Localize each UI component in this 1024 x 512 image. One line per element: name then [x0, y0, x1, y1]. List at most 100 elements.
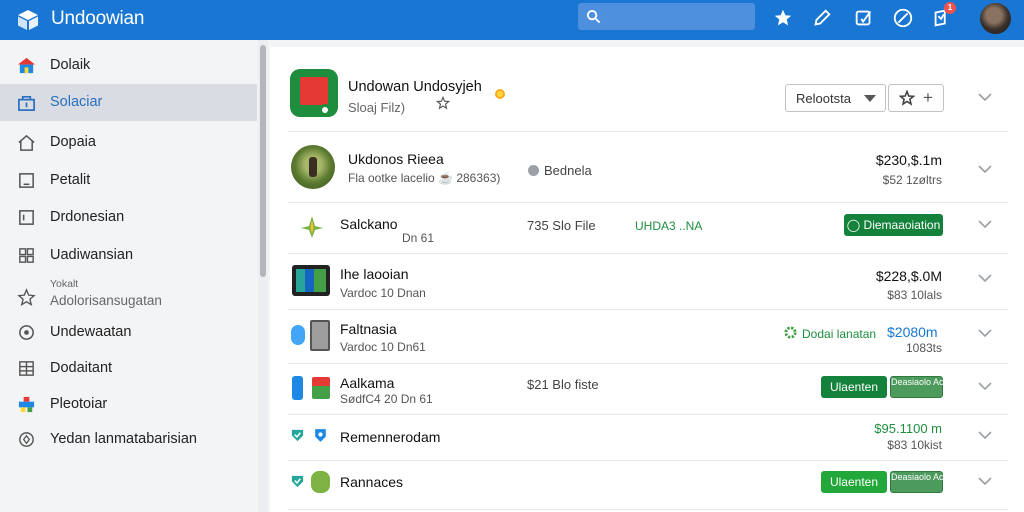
- row-name: Faltnasia: [340, 321, 397, 337]
- tablet-app-icon: [292, 265, 330, 296]
- status-button[interactable]: ◯ Diemaaoiation: [844, 214, 943, 236]
- app-title: Undoowian: [51, 8, 145, 29]
- green-app-icon: [311, 471, 330, 493]
- blue-app-icon: [292, 376, 303, 400]
- chevron-down-icon[interactable]: [978, 93, 992, 102]
- row-price: $230,$.1m: [875, 152, 942, 168]
- row-divider: [288, 460, 1008, 461]
- pencil-icon[interactable]: [811, 7, 833, 29]
- sidebar-item-yedan[interactable]: Yedan lanmatabarisian: [0, 421, 257, 458]
- sidebar-item-solaciar[interactable]: Solaciar: [0, 84, 257, 121]
- caret-down-icon: [864, 95, 876, 102]
- sidebar-item-adolorisansugatan[interactable]: Yokalt Adolorisansugatan: [0, 276, 257, 313]
- plus-icon: +: [923, 88, 933, 107]
- search-input[interactable]: [578, 3, 755, 30]
- chevron-down-icon[interactable]: [978, 329, 992, 338]
- row-subtitle: Vardoc 10 Dnan: [340, 286, 426, 300]
- leaf-icon: [301, 216, 323, 238]
- star-icon: [899, 90, 915, 106]
- filter-select-label: Relootsta: [796, 91, 851, 106]
- row-price-sub: 1083ts: [905, 341, 942, 355]
- gear-icon: [784, 326, 797, 339]
- secondary-status-button[interactable]: Deasiaolo Acetecer: [890, 471, 969, 493]
- row-price-sub: $83 10kist: [887, 438, 942, 452]
- edit-square-icon[interactable]: [853, 7, 875, 29]
- row-name: Ukdonos Rieea: [348, 151, 444, 167]
- chevron-down-icon[interactable]: [978, 220, 992, 229]
- chevron-down-icon[interactable]: [978, 382, 992, 391]
- store-icon: [18, 95, 35, 111]
- row-divider: [288, 414, 1008, 415]
- status-dot-icon: [528, 165, 539, 176]
- row-status: Dodai lanatan: [802, 327, 877, 341]
- sidebar-item-petalit[interactable]: Petalit: [0, 162, 257, 199]
- status-button[interactable]: Ulaenten: [821, 471, 887, 493]
- drop-icon: [291, 325, 305, 345]
- chevron-down-icon[interactable]: [978, 274, 992, 283]
- check-circle-icon: ◯: [846, 218, 861, 232]
- row-divider: [288, 131, 1008, 132]
- sidebar-item-caption: Yokalt: [50, 278, 79, 290]
- sidebar-item-label: Undewaatan: [50, 324, 132, 340]
- app-book-icon: [290, 69, 338, 117]
- sidebar-item-label: Dolaik: [50, 57, 91, 73]
- home-icon: [18, 134, 35, 151]
- row-price: $2080m: [887, 324, 938, 340]
- row-price-sub: $83 10lals: [887, 288, 942, 302]
- row-name: Salckano: [340, 216, 398, 232]
- row-name: Ihe laooian: [340, 266, 409, 282]
- sidebar-scrollbar-thumb[interactable]: [260, 45, 266, 277]
- status-button-label: Diemaaoiation: [863, 218, 941, 232]
- sidebar-item-label: Dodaitant: [50, 360, 113, 376]
- shield-check-icon: [291, 429, 304, 442]
- row-subtitle: SødfC4 20 Dn 61: [340, 392, 433, 406]
- sidebar-item-drdonesian[interactable]: Drdonesian: [0, 199, 257, 236]
- sidebar-item-label: Dopaia: [50, 134, 96, 150]
- app-thumbnail: [291, 145, 335, 189]
- shield-icon: [315, 429, 326, 442]
- phone-icon: [310, 320, 330, 351]
- sidebar-item-dopaia[interactable]: Dopaia: [0, 124, 257, 161]
- cube-logo-icon[interactable]: [16, 8, 40, 32]
- sidebar-item-dodaitant[interactable]: Dodaitant: [0, 350, 257, 387]
- row-name: Rannaces: [340, 474, 404, 490]
- filter-select[interactable]: Relootsta: [785, 84, 886, 112]
- sidebar-item-dolaik[interactable]: Dolaik: [0, 47, 257, 84]
- row-name: Aalkama: [340, 375, 395, 391]
- compass-icon[interactable]: [892, 7, 914, 29]
- row-price: $95.1100 m: [874, 421, 942, 436]
- colored-app-icon: [18, 396, 35, 413]
- grid-icon: [19, 248, 34, 263]
- star-icon[interactable]: [772, 7, 794, 29]
- row-divider: [288, 202, 1008, 203]
- chevron-down-icon[interactable]: [978, 165, 992, 174]
- secondary-status-button[interactable]: Deasiaolo Acetecer: [890, 376, 969, 398]
- notification-badge: 1: [944, 2, 956, 14]
- sidebar-item-uadiwansian[interactable]: Uadiwansian: [0, 237, 257, 274]
- diamond-icon: [19, 432, 34, 447]
- sidebar-item-pleotoiar[interactable]: Pleotoiar: [0, 386, 257, 423]
- row-price-sub: $52 1zøltrs: [882, 173, 942, 187]
- row-name: Remennerodam: [340, 429, 441, 445]
- chevron-down-icon[interactable]: [978, 431, 992, 440]
- tablet-icon: [19, 173, 34, 188]
- sidebar-item-label: Yedan lanmatabarisian: [50, 431, 197, 447]
- star-outline-icon[interactable]: [436, 96, 450, 110]
- window-icon: [19, 210, 34, 225]
- status-button[interactable]: Ulaenten: [821, 376, 887, 398]
- row-status: Bednela: [544, 163, 592, 178]
- colored-app-icon: [312, 377, 330, 399]
- sidebar-item-undewaatan[interactable]: Undewaatan: [0, 314, 257, 351]
- row-status: UHDA3 ..NA: [635, 219, 703, 233]
- chevron-down-icon[interactable]: [978, 477, 992, 486]
- avatar[interactable]: [980, 3, 1011, 34]
- row-subtitle: Fla ootke lacelio ☕ 286363): [348, 171, 501, 185]
- row-divider: [288, 253, 1008, 254]
- sidebar-item-label: Solaciar: [50, 94, 103, 110]
- page-title: Undowan Undosyjeh: [348, 79, 482, 95]
- row-price: $228,$.0M: [875, 268, 942, 284]
- star-outline-icon: [17, 288, 36, 307]
- row-file-info: 735 Slo File: [527, 218, 596, 233]
- favorite-add-button[interactable]: +: [888, 84, 944, 112]
- row-divider: [288, 509, 1008, 510]
